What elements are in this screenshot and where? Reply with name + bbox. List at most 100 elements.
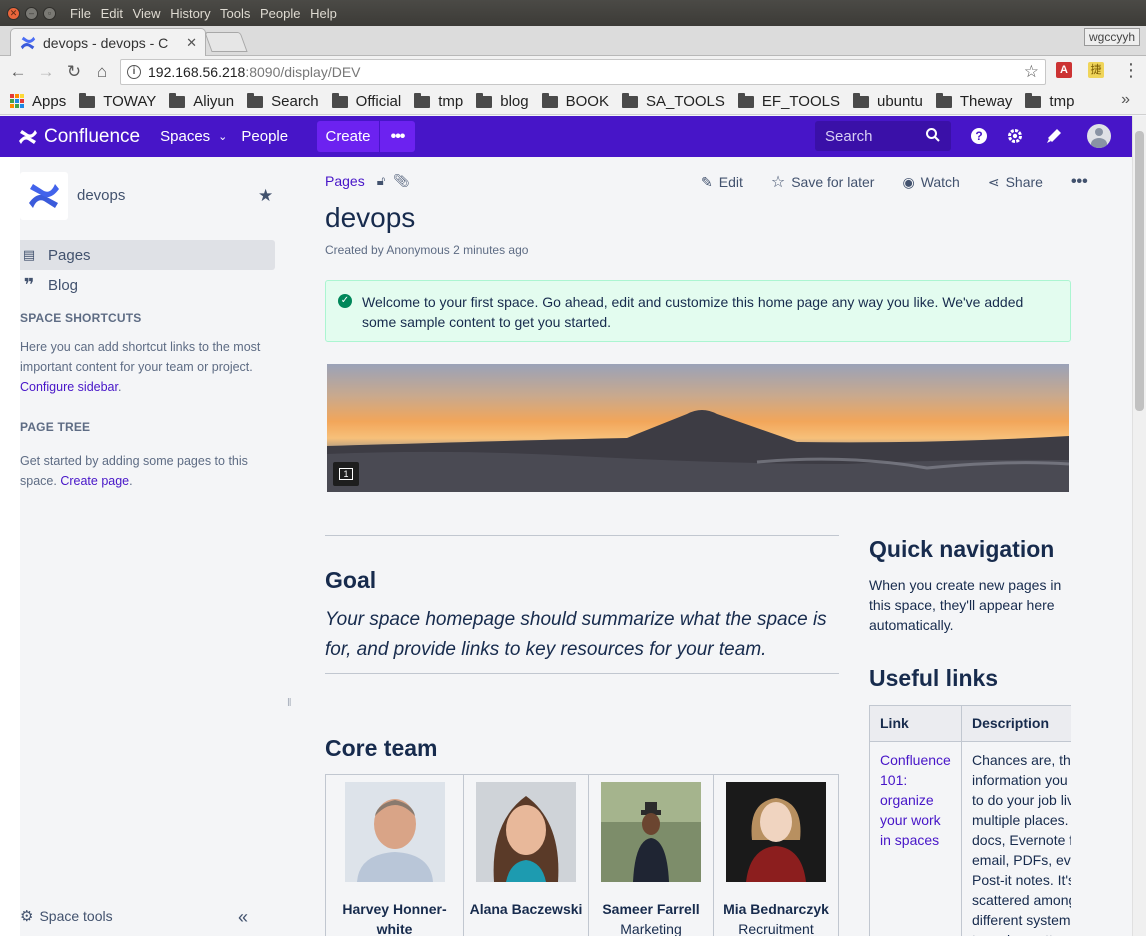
bookmark-label: tmp <box>438 92 464 110</box>
welcome-info-panel: ✓ Welcome to your first space. Go ahead,… <box>325 280 1071 342</box>
folder-icon <box>79 93 96 108</box>
folder-icon <box>621 93 638 108</box>
create-button[interactable]: Create <box>317 121 379 152</box>
new-tab-button[interactable] <box>204 32 248 52</box>
sidebar-item-blog[interactable]: ❞ Blog <box>10 270 275 300</box>
bookmark-star-icon[interactable]: ☆ <box>1024 62 1039 82</box>
folder-icon <box>935 93 952 108</box>
chevron-down-icon: ⌄ <box>218 131 228 143</box>
bookmark-folder[interactable]: TOWAY <box>79 93 156 110</box>
page-tree-heading: PAGE TREE <box>20 420 91 434</box>
confluence-favicon-icon <box>20 36 36 50</box>
page-scrollbar[interactable] <box>1132 116 1146 936</box>
space-name[interactable]: devops <box>77 187 125 204</box>
confluence-101-link[interactable]: Confluence 101: organize your work in sp… <box>870 742 962 936</box>
space-logo[interactable] <box>20 172 68 220</box>
watch-button[interactable]: ◉ Watch <box>902 174 959 191</box>
address-bar[interactable]: i 192.168.56.218:8090/display/DEV ☆ <box>120 59 1046 85</box>
tab-close-icon[interactable]: ✕ <box>186 35 197 51</box>
bookmark-folder[interactable]: blog <box>476 93 529 110</box>
more-actions-button[interactable]: ••• <box>1071 173 1088 191</box>
restrictions-lock-icon[interactable]: 🔓︎ <box>377 173 385 189</box>
browser-toolbar: ← → ↻ ⌂ i 192.168.56.218:8090/display/DE… <box>0 56 1146 88</box>
attachment-icon[interactable]: 📎︎ <box>393 173 410 189</box>
menu-history[interactable]: History <box>170 6 210 21</box>
bookmark-folder[interactable]: Official <box>331 93 401 110</box>
user-avatar[interactable] <box>1087 124 1111 148</box>
share-button[interactable]: ⋖ Share <box>988 174 1043 191</box>
browser-menu-icon[interactable]: ⋮ <box>1122 60 1140 81</box>
pencil-icon: ✎ <box>701 173 713 190</box>
bookmark-folder[interactable]: Search <box>247 93 319 110</box>
save-for-later-button[interactable]: ☆ Save for later <box>771 172 875 192</box>
shortcuts-description: Here you can add shortcut links to the m… <box>20 340 261 374</box>
menu-view[interactable]: View <box>133 6 161 21</box>
edit-button[interactable]: ✎ Edit <box>701 174 743 191</box>
space-tools-button[interactable]: ⚙ Space tools <box>20 907 113 925</box>
member-photo <box>344 782 445 882</box>
bookmark-apps[interactable]: Apps <box>10 93 66 110</box>
team-member: Sameer Farrell Marketing <box>589 775 714 936</box>
bookmark-folder[interactable]: tmp <box>414 93 463 110</box>
search-icon <box>926 128 940 142</box>
inline-comment-icon[interactable]: 1 <box>333 462 359 486</box>
search-input[interactable]: Search <box>815 121 951 151</box>
bookmark-label: tmp <box>1049 92 1075 110</box>
site-info-icon[interactable]: i <box>127 65 141 79</box>
bookmark-label: Search <box>271 92 319 110</box>
configure-sidebar-link[interactable]: Configure sidebar <box>20 380 118 394</box>
people-link[interactable]: People <box>241 128 288 145</box>
reload-icon[interactable]: ↻ <box>60 62 88 82</box>
gear-icon[interactable] <box>1006 127 1024 145</box>
member-name: Mia Bednarczyk <box>723 901 829 917</box>
help-icon[interactable]: ? <box>970 127 988 145</box>
divider <box>325 673 839 674</box>
tab-title: devops - devops - C <box>43 35 169 51</box>
home-icon[interactable]: ⌂ <box>88 62 116 82</box>
sidebar-left-strip <box>0 157 20 936</box>
back-arrow-icon[interactable]: ← <box>4 62 32 82</box>
bookmark-folder[interactable]: BOOK <box>541 93 609 110</box>
bookmark-folder[interactable]: Theway <box>935 93 1012 110</box>
bookmark-label: Aliyun <box>193 92 235 110</box>
folder-icon <box>169 93 186 108</box>
profile-badge[interactable]: wgccyyh <box>1083 28 1140 46</box>
scrollbar-thumb[interactable] <box>1135 131 1144 411</box>
bookmark-folder[interactable]: EF_TOOLS <box>737 93 840 110</box>
notifications-megaphone-icon[interactable] <box>1045 127 1063 145</box>
maximize-window-button[interactable]: ▫ <box>43 6 56 20</box>
page-actions: ✎ Edit ☆ Save for later ◉ Watch ⋖ Share … <box>701 172 1116 192</box>
menu-edit[interactable]: Edit <box>101 6 123 21</box>
create-more-button[interactable]: ••• <box>380 121 415 152</box>
menu-people[interactable]: People <box>260 6 300 21</box>
sidebar-item-pages[interactable]: ▤ Pages <box>10 240 275 270</box>
menu-help[interactable]: Help <box>310 6 337 21</box>
member-role: Marketing <box>620 921 682 936</box>
bookmark-folder[interactable]: Aliyun <box>169 93 234 110</box>
browser-tab-active[interactable]: devops - devops - C ✕ <box>10 28 206 57</box>
bookmark-folder[interactable]: ubuntu <box>853 93 923 110</box>
page-tree-text: Get started by adding some pages to this… <box>20 454 248 488</box>
favourite-star-icon[interactable]: ★ <box>258 186 273 206</box>
sidebar-resize-handle[interactable]: ‖ <box>287 697 292 709</box>
folder-icon <box>331 93 348 108</box>
edit-label: Edit <box>718 174 743 190</box>
close-window-button[interactable]: ✕ <box>7 6 20 20</box>
extension-b-icon[interactable]: 捷 <box>1088 62 1104 78</box>
menu-tools[interactable]: Tools <box>220 6 250 21</box>
window-controls: ✕ – ▫ <box>7 6 56 20</box>
forward-arrow-icon[interactable]: → <box>32 62 60 82</box>
spaces-menu[interactable]: Spaces <box>160 128 210 145</box>
bookmark-label: SA_TOOLS <box>645 92 725 110</box>
minimize-window-button[interactable]: – <box>25 6 38 20</box>
bookmark-folder[interactable]: tmp <box>1025 93 1074 110</box>
menu-file[interactable]: File <box>70 6 91 21</box>
extension-a-icon[interactable]: A <box>1056 62 1072 78</box>
collapse-sidebar-icon[interactable]: « <box>238 907 248 928</box>
confluence-logo[interactable]: Confluence <box>18 126 140 148</box>
bookmarks-overflow-icon[interactable]: » <box>1121 91 1130 109</box>
app-menu: File Edit View History Tools People Help <box>70 6 343 21</box>
create-page-link[interactable]: Create page <box>60 474 129 488</box>
bookmark-folder[interactable]: SA_TOOLS <box>621 92 725 110</box>
breadcrumb-pages[interactable]: Pages <box>325 173 365 189</box>
